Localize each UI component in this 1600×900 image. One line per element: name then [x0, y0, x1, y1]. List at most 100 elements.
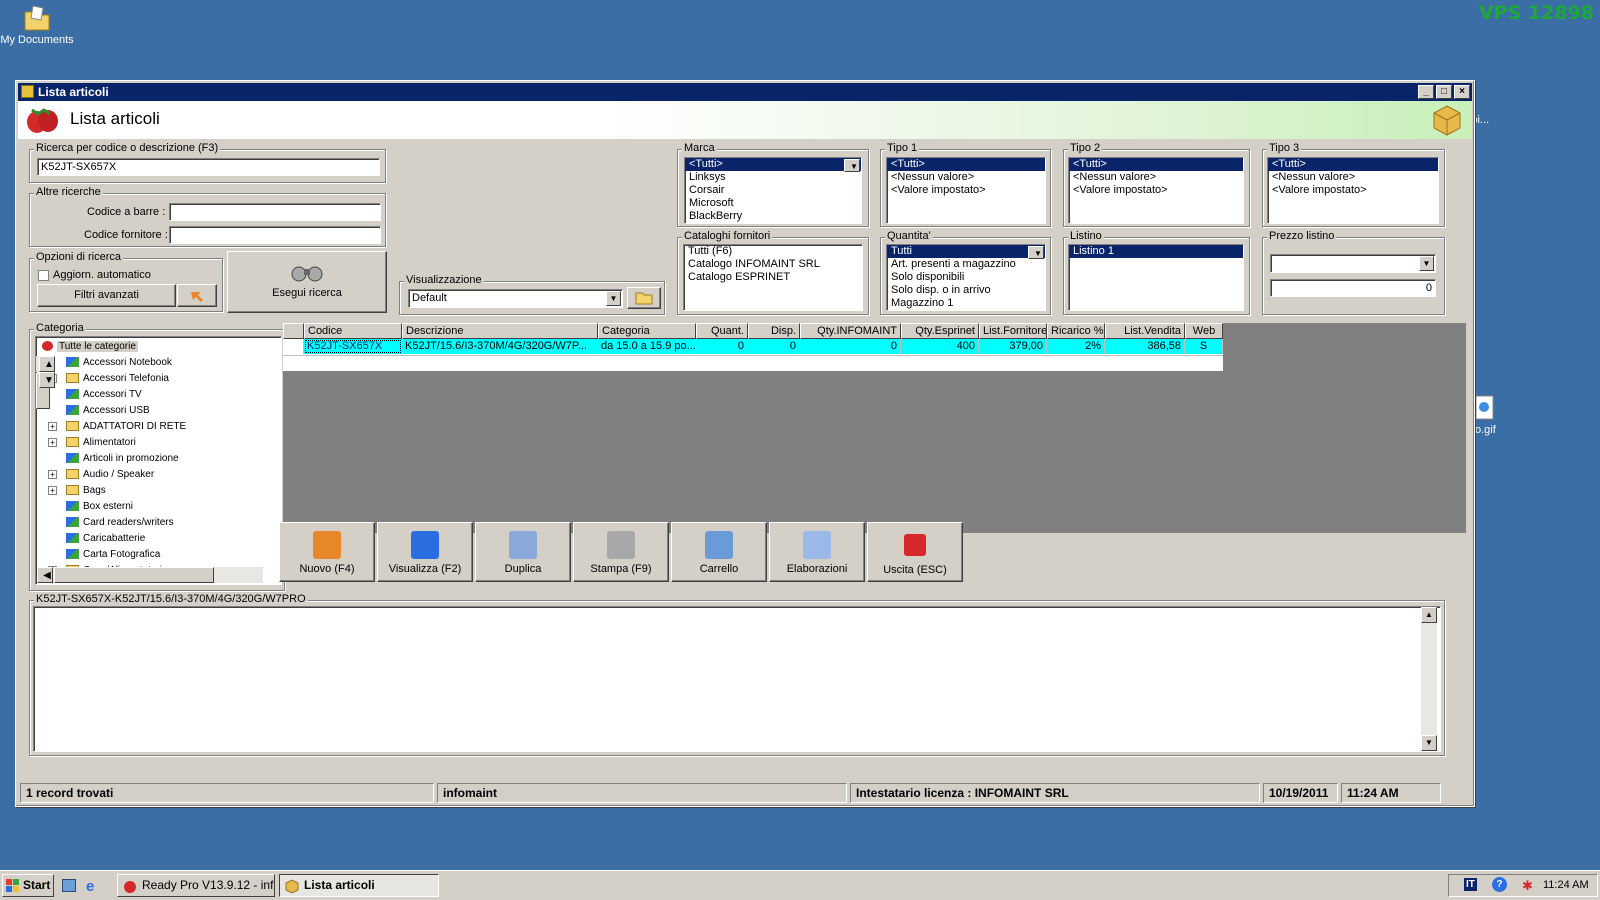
category-item[interactable]: + ADATTATORI DI RETE: [40, 419, 281, 435]
stampa-f9-button[interactable]: Stampa (F9): [573, 522, 669, 582]
column-header[interactable]: List.Vendita: [1105, 323, 1185, 339]
grid-cell[interactable]: K52JT-SX657X: [304, 339, 402, 354]
category-item[interactable]: + Bags: [40, 483, 281, 499]
column-header[interactable]: List.Fornitore: [979, 323, 1047, 339]
minimize-button[interactable]: _: [1418, 85, 1434, 99]
auto-update-box[interactable]: [38, 269, 49, 281]
type2-item[interactable]: <Tutti>: [1069, 158, 1243, 171]
brand-item[interactable]: BlackBerry: [685, 210, 861, 223]
expand-toggle-icon[interactable]: +: [48, 469, 57, 479]
catalog-item[interactable]: Tutti (F6): [684, 245, 862, 258]
close-button[interactable]: ×: [1454, 85, 1470, 99]
type1-list[interactable]: <Tutti> <Nessun valore> <Valore impostat…: [886, 157, 1046, 224]
visualizza-f2-button[interactable]: Visualizza (F2): [377, 522, 473, 582]
quantity-item[interactable]: Tutti: [887, 245, 1045, 258]
grid-cell[interactable]: da 15.0 a 15.9 po...: [598, 339, 696, 354]
detail-textarea[interactable]: [33, 606, 1441, 752]
type1-item[interactable]: <Tutti>: [887, 158, 1045, 171]
ie-icon[interactable]: e: [86, 878, 94, 895]
row-selector[interactable]: [283, 339, 304, 354]
column-header[interactable]: Web: [1185, 323, 1223, 339]
window-titlebar[interactable]: Lista articoli _ □ ×: [18, 83, 1472, 101]
type2-item[interactable]: <Valore impostato>: [1069, 184, 1243, 197]
detail-scrollbar[interactable]: ▲ ▼: [1421, 607, 1437, 751]
execute-search-button[interactable]: Esegui ricerca: [227, 251, 387, 313]
help-icon[interactable]: ?: [1492, 877, 1507, 892]
maximize-button[interactable]: □: [1436, 85, 1452, 99]
brand-item[interactable]: <Tutti>: [685, 158, 861, 171]
start-button[interactable]: Start: [2, 874, 54, 897]
pricelist-item[interactable]: Listino 1: [1069, 245, 1243, 258]
carrello-button[interactable]: Carrello: [671, 522, 767, 582]
expand-toggle-icon[interactable]: +: [48, 421, 57, 431]
quantity-scrollbar[interactable]: ▲▼: [1028, 246, 1044, 259]
nuovo-f4-button[interactable]: Nuovo (F4): [279, 522, 375, 582]
grid-cell[interactable]: 2%: [1047, 339, 1105, 354]
category-item[interactable]: Tutte le categorie: [40, 339, 281, 355]
search-input[interactable]: K52JT-SX657X: [37, 158, 380, 176]
column-header[interactable]: Qty.Esprinet: [901, 323, 979, 339]
articles-grid[interactable]: Codice Descrizione Categoria Quant. Disp. Qty…: [283, 323, 1466, 533]
type3-item[interactable]: <Nessun valore>: [1268, 171, 1438, 184]
category-item[interactable]: + Alimentatori: [40, 435, 281, 451]
table-row[interactable]: K52JT-SX657X K52JT/15.6/I3-370M/4G/320G/W…: [283, 339, 1223, 355]
desktop-gif-icon[interactable]: o.gif: [1475, 395, 1525, 436]
category-h-scrollbar[interactable]: ◀▶: [37, 567, 263, 584]
view-folder-button[interactable]: [627, 287, 661, 309]
chevron-down-icon[interactable]: ▼: [1419, 256, 1434, 271]
list-price-select[interactable]: ▼: [1270, 254, 1436, 273]
type1-item[interactable]: <Nessun valore>: [887, 171, 1045, 184]
network-icon[interactable]: ✱: [1522, 878, 1533, 894]
category-tree[interactable]: Tutte le categorieAccessori Notebook + Acc…: [35, 336, 282, 585]
column-header[interactable]: Descrizione: [402, 323, 598, 339]
column-header[interactable]: Ricarico %: [1047, 323, 1105, 339]
my-documents-icon[interactable]: My Documents: [0, 2, 77, 46]
auto-update-checkbox[interactable]: Aggiorn. automatico: [38, 269, 151, 281]
duplica-button[interactable]: Duplica: [475, 522, 571, 582]
category-item[interactable]: Accessori Notebook: [40, 355, 281, 371]
type3-item[interactable]: <Tutti>: [1268, 158, 1438, 171]
column-header[interactable]: Disp.: [748, 323, 800, 339]
list-price-input[interactable]: 0: [1270, 279, 1436, 297]
quantity-item[interactable]: Art. presenti a magazzino: [887, 258, 1045, 271]
supplier-code-input[interactable]: [169, 226, 381, 244]
category-item[interactable]: Articoli in promozione: [40, 451, 281, 467]
grid-cell[interactable]: S: [1185, 339, 1223, 354]
category-item[interactable]: Accessori TV: [40, 387, 281, 403]
quantity-item[interactable]: Solo disponibili: [887, 271, 1045, 284]
category-item[interactable]: Caricabatterie: [40, 531, 281, 547]
grid-cell[interactable]: 0: [696, 339, 748, 354]
column-header[interactable]: Qty.INFOMAINT: [800, 323, 901, 339]
expand-toggle-icon[interactable]: +: [48, 437, 57, 447]
grid-cell[interactable]: K52JT/15.6/I3-370M/4G/320G/W7P...: [402, 339, 598, 354]
quantity-list[interactable]: Tutti Art. presenti a magazzino Solo dis…: [886, 244, 1046, 311]
catalogs-list[interactable]: Tutti (F6) Catalogo INFOMAINT SRL Catalo…: [683, 244, 863, 311]
brand-item[interactable]: Microsoft: [685, 197, 861, 210]
advanced-filters-icon-button[interactable]: [177, 284, 217, 307]
type1-item[interactable]: <Valore impostato>: [887, 184, 1045, 197]
chevron-down-icon[interactable]: ▼: [606, 291, 621, 306]
grid-cell[interactable]: 0: [800, 339, 901, 354]
column-header[interactable]: Categoria: [598, 323, 696, 339]
quantity-item[interactable]: Solo disp. o in arrivo: [887, 284, 1045, 297]
quantity-item[interactable]: Magazzino 1: [887, 297, 1045, 310]
category-item[interactable]: Box esterni: [40, 499, 281, 515]
category-item[interactable]: Carta Fotografica: [40, 547, 281, 563]
category-item[interactable]: Accessori USB: [40, 403, 281, 419]
grid-corner[interactable]: [283, 323, 304, 339]
advanced-filters-button[interactable]: Filtri avanzati: [37, 284, 176, 307]
column-header[interactable]: Quant.: [696, 323, 748, 339]
column-header[interactable]: Codice: [304, 323, 402, 339]
type2-item[interactable]: <Nessun valore>: [1069, 171, 1243, 184]
grid-cell[interactable]: 386,58: [1105, 339, 1185, 354]
pricelist-list[interactable]: Listino 1: [1068, 244, 1244, 311]
barcode-input[interactable]: [169, 203, 381, 221]
uscita-esc-button[interactable]: Uscita (ESC): [867, 522, 963, 582]
type3-item[interactable]: <Valore impostato>: [1268, 184, 1438, 197]
catalog-item[interactable]: Catalogo INFOMAINT SRL: [684, 258, 862, 271]
brand-scrollbar[interactable]: ▲▼: [844, 159, 860, 172]
language-indicator[interactable]: IT: [1464, 878, 1477, 891]
empty-row[interactable]: [283, 355, 1223, 371]
elaborazioni-button[interactable]: Elaborazioni: [769, 522, 865, 582]
taskbar-item-lista-articoli[interactable]: Lista articoli: [279, 874, 439, 897]
